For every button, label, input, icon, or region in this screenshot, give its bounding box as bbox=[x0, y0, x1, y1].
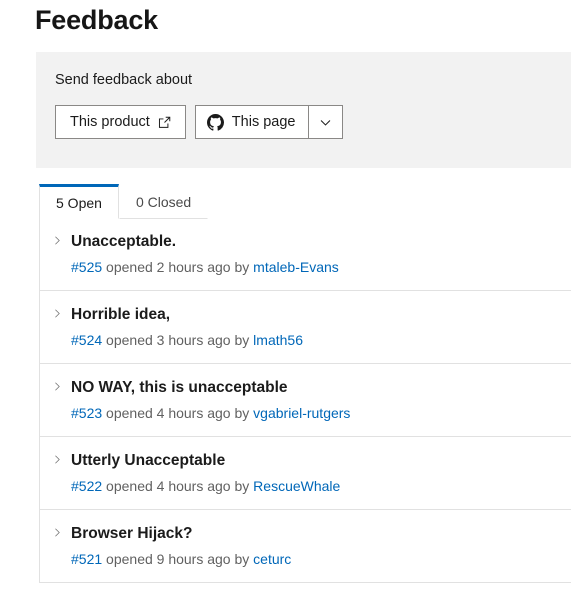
send-feedback-panel: Send feedback about This product This pa… bbox=[36, 52, 571, 168]
issue-author-link[interactable]: mtaleb-Evans bbox=[253, 259, 339, 275]
external-link-icon bbox=[158, 116, 171, 129]
this-product-label: This product bbox=[70, 113, 150, 130]
chevron-right-icon[interactable] bbox=[51, 379, 63, 393]
feedback-button-group: This product This page bbox=[55, 105, 344, 139]
issue-opened-text: opened 4 hours ago by bbox=[102, 405, 254, 421]
issue-meta: #524 opened 3 hours ago by lmath56 bbox=[71, 331, 571, 350]
issue-author-link[interactable]: vgabriel-rutgers bbox=[253, 405, 350, 421]
send-feedback-label: Send feedback about bbox=[55, 72, 193, 88]
page-title: Feedback bbox=[35, 5, 158, 35]
issue-title[interactable]: Horrible idea, bbox=[71, 305, 571, 325]
chevron-right-icon[interactable] bbox=[51, 306, 63, 320]
issue-title[interactable]: Browser Hijack? bbox=[71, 524, 571, 544]
issue-opened-text: opened 9 hours ago by bbox=[102, 551, 254, 567]
feedback-dropdown-button[interactable] bbox=[309, 105, 344, 139]
issue-number-link[interactable]: #521 bbox=[71, 551, 102, 567]
feedback-page: Feedback Send feedback about This produc… bbox=[0, 0, 571, 600]
tab-open-label: 5 Open bbox=[56, 194, 102, 211]
chevron-down-icon bbox=[319, 116, 332, 129]
issue-list-item[interactable]: Utterly Unacceptable #522 opened 4 hours… bbox=[40, 436, 571, 509]
issue-meta: #521 opened 9 hours ago by ceturc bbox=[71, 550, 571, 569]
issue-number-link[interactable]: #525 bbox=[71, 259, 102, 275]
issue-author-link[interactable]: lmath56 bbox=[253, 332, 303, 348]
issue-opened-text: opened 2 hours ago by bbox=[102, 259, 254, 275]
issue-title[interactable]: Unacceptable. bbox=[71, 232, 571, 252]
this-product-button[interactable]: This product bbox=[55, 105, 186, 139]
issue-title[interactable]: Utterly Unacceptable bbox=[71, 451, 571, 471]
this-page-label: This page bbox=[231, 113, 296, 130]
issue-tabs: 5 Open 0 Closed bbox=[39, 184, 209, 219]
issue-author-link[interactable]: ceturc bbox=[253, 551, 291, 567]
issue-number-link[interactable]: #522 bbox=[71, 478, 102, 494]
issue-meta: #523 opened 4 hours ago by vgabriel-rutg… bbox=[71, 404, 571, 423]
tab-open[interactable]: 5 Open bbox=[39, 184, 119, 219]
issue-number-link[interactable]: #524 bbox=[71, 332, 102, 348]
issue-meta: #525 opened 2 hours ago by mtaleb-Evans bbox=[71, 258, 571, 277]
issue-meta: #522 opened 4 hours ago by RescueWhale bbox=[71, 477, 571, 496]
issue-title[interactable]: NO WAY, this is unacceptable bbox=[71, 378, 571, 398]
chevron-right-icon[interactable] bbox=[51, 525, 63, 539]
issue-list-item[interactable]: Horrible idea, #524 opened 3 hours ago b… bbox=[40, 290, 571, 363]
issue-list: Unacceptable. #525 opened 2 hours ago by… bbox=[39, 218, 571, 583]
issue-list-item[interactable]: Browser Hijack? #521 opened 9 hours ago … bbox=[40, 509, 571, 582]
tab-closed-label: 0 Closed bbox=[135, 193, 192, 210]
issue-number-link[interactable]: #523 bbox=[71, 405, 102, 421]
issue-list-item[interactable]: NO WAY, this is unacceptable #523 opened… bbox=[40, 363, 571, 436]
issue-opened-text: opened 4 hours ago by bbox=[102, 478, 254, 494]
this-page-button[interactable]: This page bbox=[194, 105, 310, 139]
chevron-right-icon[interactable] bbox=[51, 452, 63, 466]
tab-closed[interactable]: 0 Closed bbox=[118, 184, 209, 219]
issue-opened-text: opened 3 hours ago by bbox=[102, 332, 254, 348]
issue-author-link[interactable]: RescueWhale bbox=[253, 478, 340, 494]
chevron-right-icon[interactable] bbox=[51, 233, 63, 247]
issue-list-item[interactable]: Unacceptable. #525 opened 2 hours ago by… bbox=[40, 218, 571, 290]
github-icon bbox=[206, 113, 224, 131]
